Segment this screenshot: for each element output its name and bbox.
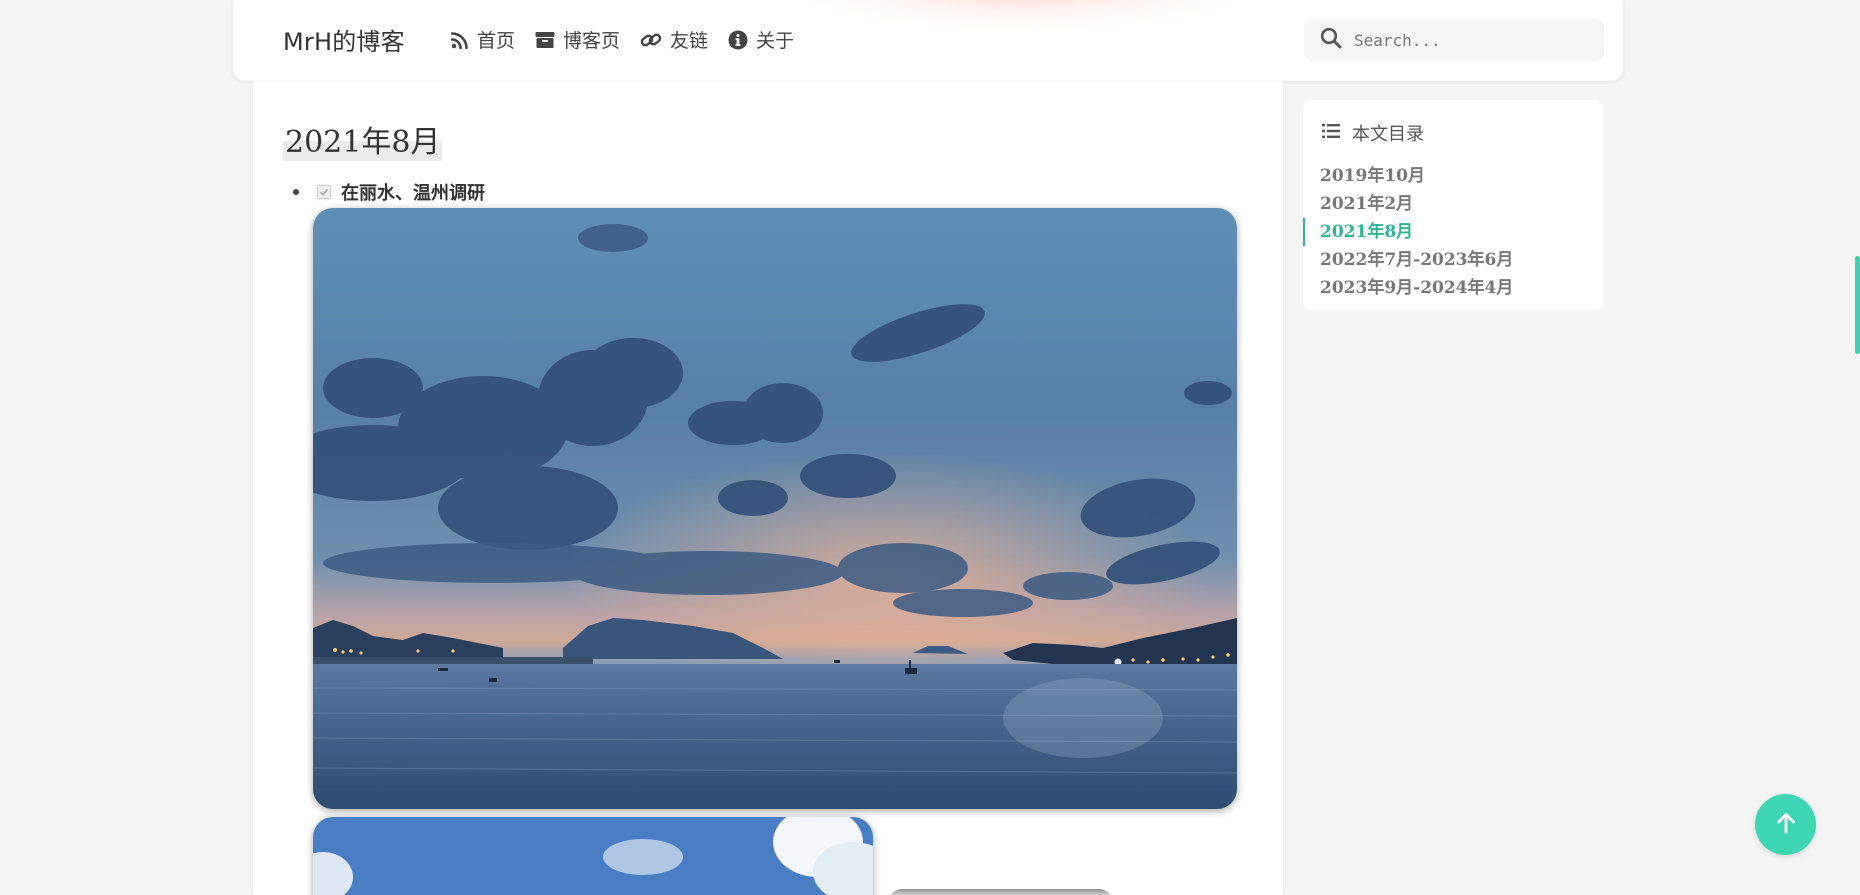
toc-item[interactable]: 2021年2月 <box>1303 190 1603 218</box>
seaside-sunset-photo[interactable] <box>313 208 1237 809</box>
toc-item-active[interactable]: 2021年8月 <box>1303 218 1603 246</box>
site-brand[interactable]: MrH的博客 <box>283 22 405 57</box>
rss-icon <box>451 31 469 49</box>
section-heading: 2021年8月 <box>283 117 443 161</box>
search-icon <box>1320 27 1342 53</box>
nav-label: 博客页 <box>563 30 621 52</box>
info-icon <box>728 30 748 50</box>
nav-item-about[interactable]: 关于 <box>728 26 794 53</box>
search-input[interactable] <box>1354 30 1594 50</box>
next-photo-edge <box>888 889 1113 895</box>
toc-item[interactable]: 2019年10月 <box>1303 162 1603 190</box>
task-checkbox[interactable] <box>317 185 331 199</box>
list-bullet <box>293 189 299 195</box>
main-nav: 首页 博客页 友链 关于 <box>451 26 794 53</box>
search-bar <box>1304 19 1604 61</box>
toc-item[interactable]: 2023年9月-2024年4月 <box>1303 274 1603 302</box>
arrow-up-icon <box>1775 811 1797 839</box>
toc-list: 2019年10月 2021年2月 2021年8月 2022年7月-2023年6月… <box>1303 162 1603 302</box>
toc-header: 本文目录 <box>1322 120 1424 146</box>
top-header: MrH的博客 首页 博客页 友链 关于 Search... <box>233 0 1623 81</box>
blue-sky-photo[interactable] <box>313 817 873 895</box>
link-icon <box>640 30 662 50</box>
table-of-contents: 本文目录 2019年10月 2021年2月 2021年8月 2022年7月-20… <box>1303 100 1603 310</box>
post-content: 2021年8月 在丽水、温州调研 <box>253 81 1283 895</box>
nav-item-blog[interactable]: 博客页 <box>535 26 620 53</box>
nav-item-home[interactable]: 首页 <box>451 26 515 53</box>
toc-item[interactable]: 2022年7月-2023年6月 <box>1303 246 1603 274</box>
header-decoration <box>793 0 1253 30</box>
back-to-top-button[interactable] <box>1755 794 1816 855</box>
scrollbar-thumb[interactable] <box>1855 256 1860 354</box>
toc-title: 本文目录 <box>1352 124 1424 145</box>
nav-label: 首页 <box>477 30 516 52</box>
task-list-item: 在丽水、温州调研 <box>293 179 485 205</box>
task-label: 在丽水、温州调研 <box>341 183 485 204</box>
archive-icon <box>535 31 555 49</box>
nav-label: 关于 <box>756 30 795 52</box>
list-icon <box>1322 123 1340 144</box>
nav-label: 友链 <box>670 30 709 52</box>
nav-item-links[interactable]: 友链 <box>640 26 708 53</box>
